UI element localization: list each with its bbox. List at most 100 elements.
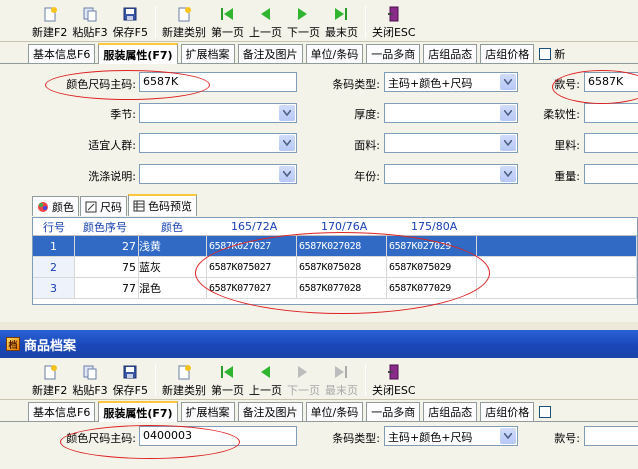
close-label: 关闭ESC (371, 384, 416, 397)
prev-page-button[interactable]: 上一页 (247, 6, 284, 40)
chevron-down-icon[interactable] (279, 135, 295, 151)
tab-apparel-attributes[interactable]: 服装属性(F7) (98, 401, 178, 422)
first-page-button[interactable]: 第一页 (209, 364, 246, 398)
color-cell: 蓝灰 (139, 257, 207, 277)
tab-store-status[interactable]: 店组品态 (423, 402, 478, 421)
tab-apparel-attributes[interactable]: 服装属性(F7) (98, 43, 178, 64)
table-row[interactable]: 3 77 混色 6587K077027 6587K077028 6587K077… (33, 278, 637, 299)
chevron-down-icon[interactable] (279, 166, 295, 182)
color-size-code-input[interactable]: 6587K (139, 72, 297, 92)
tab-basic-info[interactable]: 基本信息F6 (28, 402, 96, 421)
new-button[interactable]: 新建F2 (30, 364, 69, 398)
wash-label: 洗涤说明: (88, 170, 136, 183)
chevron-down-icon[interactable] (500, 74, 516, 90)
season-select[interactable] (139, 103, 297, 123)
new-button[interactable]: 新建F2 (30, 6, 69, 40)
empty-cell (477, 236, 637, 256)
header-row-no: 行号 (43, 220, 65, 234)
chevron-down-icon[interactable] (500, 105, 516, 121)
toolbar-2: 新建F2 粘贴F3 保存F5 新建类别 第一页 上一页 下一页 最末页 关闭ES… (0, 358, 638, 400)
last-page-label: 最末页 (324, 26, 358, 39)
last-page-icon (332, 364, 350, 380)
header-color: 颜色 (161, 220, 183, 234)
paste-icon (81, 364, 99, 380)
tab-store-status[interactable]: 店组品态 (423, 44, 478, 63)
code-cell: 6587K075027 (207, 257, 297, 277)
barcode-type-select[interactable]: 主码+颜色+尺码 (384, 426, 518, 446)
chevron-down-icon[interactable] (500, 166, 516, 182)
subtab-size[interactable]: 尺码 (80, 196, 127, 216)
thickness-select[interactable] (384, 103, 518, 123)
prev-page-label: 上一页 (248, 384, 282, 397)
wash-select[interactable] (139, 164, 297, 184)
checkbox-box[interactable] (539, 47, 552, 60)
next-page-button[interactable]: 下一页 (285, 6, 322, 40)
new-checkbox[interactable] (539, 402, 554, 421)
last-page-button[interactable]: 最末页 (323, 364, 360, 398)
first-page-icon (218, 364, 236, 380)
prev-page-icon (256, 364, 274, 380)
next-page-button[interactable]: 下一页 (285, 364, 322, 398)
new-icon (41, 6, 59, 22)
color-size-grid: 行号 颜色序号 颜色 165/72A 170/76A 175/80A 1 27 … (32, 217, 638, 305)
new-category-icon (175, 364, 193, 380)
tab-notes-images[interactable]: 备注及图片 (237, 44, 303, 63)
fabric-select[interactable] (384, 133, 518, 153)
paste-icon (81, 6, 99, 22)
table-row[interactable]: 1 27 浅黄 6587K027027 6587K027028 6587K027… (33, 236, 637, 257)
lining-label: 里料: (554, 139, 580, 152)
softness-select[interactable] (584, 103, 638, 123)
close-door-icon (385, 364, 403, 380)
header-size-1: 165/72A (231, 220, 278, 233)
tab-unit-barcode[interactable]: 单位/条码 (305, 402, 364, 421)
chevron-down-icon[interactable] (500, 135, 516, 151)
toolbar-separator (154, 6, 156, 38)
weight-select[interactable] (584, 164, 638, 184)
tab-store-price[interactable]: 店组价格 (480, 44, 535, 63)
save-label: 保存F5 (112, 26, 148, 39)
barcode-type-select[interactable]: 主码+颜色+尺码 (384, 72, 518, 92)
new-category-button[interactable]: 新建类别 (160, 364, 208, 398)
paste-button[interactable]: 粘贴F3 (70, 6, 109, 40)
tab-unit-barcode[interactable]: 单位/条码 (305, 44, 364, 63)
table-row[interactable]: 2 75 蓝灰 6587K075027 6587K075028 6587K075… (33, 257, 637, 278)
close-button[interactable]: 关闭ESC (370, 6, 418, 40)
color-cell: 混色 (139, 278, 207, 298)
main-tabs: 基本信息F6 服装属性(F7) 扩展档案 备注及图片 单位/条码 一品多商 店组… (0, 42, 638, 64)
code-cell: 6587K027027 (207, 236, 297, 256)
first-page-button[interactable]: 第一页 (209, 6, 246, 40)
new-category-button[interactable]: 新建类别 (160, 6, 208, 40)
prev-page-button[interactable]: 上一页 (247, 364, 284, 398)
style-no-input[interactable]: 6587K (584, 72, 638, 92)
tab-store-price[interactable]: 店组价格 (480, 402, 535, 421)
lining-select[interactable] (584, 133, 638, 153)
new-checkbox-label: 新 (554, 47, 566, 61)
checkbox-box[interactable] (539, 405, 552, 418)
last-page-icon (332, 6, 350, 22)
tab-multi-vendor[interactable]: 一品多商 (366, 402, 421, 421)
new-checkbox[interactable]: 新 (539, 44, 565, 63)
subtab-color-size-preview[interactable]: 色码预览 (128, 194, 197, 216)
last-page-button[interactable]: 最末页 (323, 6, 360, 40)
tab-extended-file[interactable]: 扩展档案 (180, 402, 235, 421)
crowd-select[interactable] (139, 133, 297, 153)
code-cell: 6587K077029 (387, 278, 477, 298)
chevron-down-icon[interactable] (500, 428, 516, 444)
close-label: 关闭ESC (371, 26, 416, 39)
paste-button[interactable]: 粘贴F3 (70, 364, 109, 398)
save-button[interactable]: 保存F5 (111, 6, 150, 40)
header-color-seq: 颜色序号 (83, 220, 127, 234)
color-size-code-input[interactable]: 0400003 (139, 426, 297, 446)
tab-extended-file[interactable]: 扩展档案 (180, 44, 235, 63)
tab-notes-images[interactable]: 备注及图片 (237, 402, 303, 421)
close-button[interactable]: 关闭ESC (370, 364, 418, 398)
tab-basic-info[interactable]: 基本信息F6 (28, 44, 96, 63)
chevron-down-icon[interactable] (279, 105, 295, 121)
window-title-bar: 档 商品档案 (0, 330, 638, 358)
year-select[interactable] (384, 164, 518, 184)
subtab-color[interactable]: 颜色 (32, 196, 79, 216)
save-button[interactable]: 保存F5 (111, 364, 150, 398)
tab-multi-vendor[interactable]: 一品多商 (366, 44, 421, 63)
save-label: 保存F5 (112, 384, 148, 397)
style-no-input[interactable] (584, 426, 638, 446)
